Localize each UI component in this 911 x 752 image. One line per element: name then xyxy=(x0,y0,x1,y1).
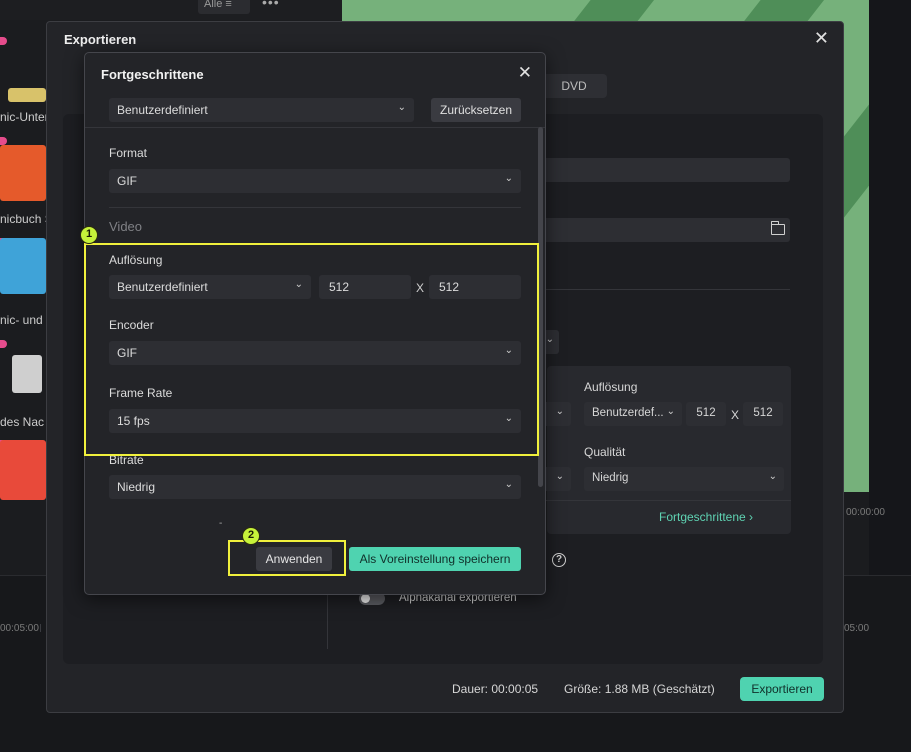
timecode: 00:00:00 xyxy=(846,507,885,518)
video-section-heading: Video xyxy=(109,219,143,234)
file-size-value: 1.88 MB xyxy=(604,682,650,696)
reset-button[interactable]: Zurücksetzen xyxy=(431,98,521,122)
format-label: Format xyxy=(109,146,148,160)
folder-icon[interactable] xyxy=(770,221,785,235)
sticker-thumbnail[interactable] xyxy=(0,145,46,201)
advanced-settings-link[interactable]: Fortgeschrittene › xyxy=(659,510,753,524)
timeline-time: 05:00 xyxy=(844,623,870,634)
sticker-label: nic- und xyxy=(0,313,43,327)
step-badge-2: 2 xyxy=(242,527,260,545)
sticker-thumbnail[interactable] xyxy=(12,355,42,393)
save-preset-button[interactable]: Als Voreinstellung speichern xyxy=(349,547,521,571)
save-path-input[interactable] xyxy=(527,218,790,242)
file-size-label: Größe: 1.88 MB (Geschätzt) xyxy=(564,682,715,696)
step-badge-1: 1 xyxy=(80,226,98,244)
media-panel-top xyxy=(0,0,342,20)
sticker-thumbnail[interactable] xyxy=(0,440,46,500)
quality-dropdown[interactable]: Niedrig ⌄ xyxy=(584,467,784,491)
sticker-label: nicbuch S xyxy=(0,212,53,226)
preset-dropdown[interactable]: Benutzerdefiniert ⌄ xyxy=(109,98,414,122)
resolution-separator: X xyxy=(731,408,740,422)
favorite-icon xyxy=(0,137,7,145)
tab-dvd[interactable]: DVD xyxy=(541,74,607,98)
dash-text: - xyxy=(219,518,223,529)
quality-label: Qualität xyxy=(584,445,626,459)
sticker-thumbnail[interactable] xyxy=(8,88,46,102)
divider xyxy=(527,500,791,501)
duration-value: 00:00:05 xyxy=(491,682,539,696)
divider xyxy=(85,127,545,128)
highlight-box-apply xyxy=(228,540,346,576)
divider xyxy=(527,289,790,290)
format-dropdown[interactable]: GIF ⌄ xyxy=(109,169,521,193)
resolution-dropdown[interactable]: Benutzerdef... ⌄ xyxy=(584,402,682,426)
preview-sidebar xyxy=(869,0,911,575)
sticker-label: des Nac xyxy=(0,415,45,429)
highlight-box-video-settings xyxy=(84,243,539,456)
resolution-width-input[interactable]: 512 xyxy=(686,402,726,426)
duration-label: Dauer: 00:00:05 xyxy=(452,682,539,696)
name-input[interactable] xyxy=(527,158,790,182)
close-icon[interactable]: ✕ xyxy=(518,63,532,83)
resolution-height-input[interactable]: 512 xyxy=(743,402,783,426)
bitrate-dropdown[interactable]: Niedrig ⌄ xyxy=(109,475,521,499)
favorite-icon xyxy=(0,37,7,45)
favorite-icon xyxy=(0,340,7,348)
sticker-label: nic-Unter xyxy=(0,110,49,124)
advanced-dialog-title: Fortgeschrittene xyxy=(101,67,204,82)
divider xyxy=(109,207,521,208)
filter-dropdown[interactable]: Alle ≡ xyxy=(198,0,250,14)
close-icon[interactable]: ✕ xyxy=(814,28,829,49)
export-button[interactable]: Exportieren xyxy=(740,677,824,701)
sticker-thumbnail[interactable] xyxy=(0,238,46,294)
timeline-time: 00:05:00 xyxy=(0,623,39,634)
more-options-icon[interactable]: ••• xyxy=(262,0,280,10)
resolution-label: Auflösung xyxy=(584,380,638,394)
help-icon[interactable]: ? xyxy=(552,553,566,567)
export-dialog-title: Exportieren xyxy=(64,32,137,47)
